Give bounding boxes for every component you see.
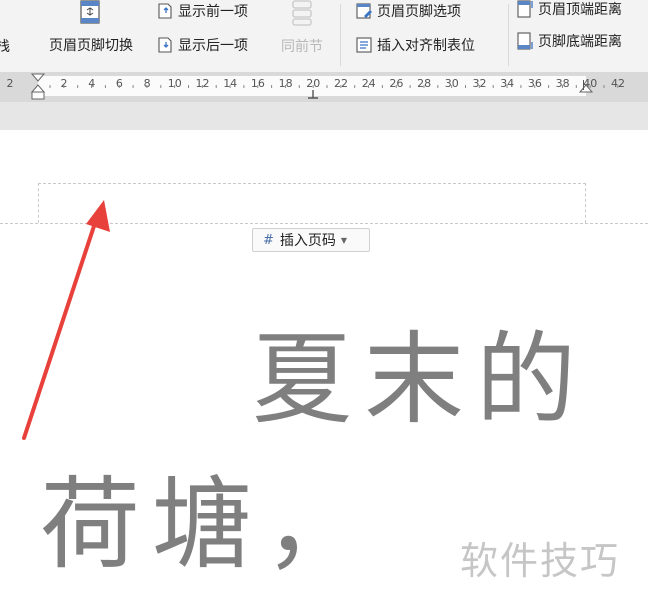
- header-area[interactable]: [38, 183, 586, 223]
- header-top-distance-label: 页眉顶端距离: [538, 2, 622, 18]
- ribbon-separator: [340, 4, 341, 66]
- header-footer-switch-label: 页眉页脚切换: [49, 38, 133, 54]
- ruler-markers: [30, 73, 619, 100]
- show-next-icon: [156, 36, 174, 54]
- show-previous-icon: [156, 2, 174, 20]
- show-previous-label: 显示前一项: [178, 4, 248, 20]
- insert-page-number-button[interactable]: # 插入页码 ▼: [252, 228, 370, 252]
- show-next-label: 显示后一项: [178, 38, 248, 54]
- insert-align-tab-label: 插入对齐制表位: [377, 38, 475, 54]
- header-top-distance-icon: [516, 0, 534, 18]
- insert-align-tab-icon: [355, 36, 373, 54]
- header-footer-options-button[interactable]: 页眉页脚选项: [355, 0, 461, 22]
- footer-bottom-distance-icon: [516, 32, 534, 50]
- page-gap: [0, 102, 648, 130]
- page-number-icon: #: [263, 232, 274, 248]
- show-next-button[interactable]: 显示后一项: [156, 34, 248, 56]
- header-footer-options-icon: [355, 2, 373, 20]
- same-as-previous-button[interactable]: 同前节: [272, 0, 332, 66]
- insert-align-tab-button[interactable]: 插入对齐制表位: [355, 34, 475, 56]
- show-previous-button[interactable]: 显示前一项: [156, 0, 248, 22]
- chevron-down-icon: ▼: [340, 235, 348, 245]
- insert-page-number-label: 插入页码: [279, 233, 336, 249]
- header-footer-switch-icon: [78, 0, 102, 24]
- watermark-text: 软件技巧: [460, 539, 621, 583]
- same-as-previous-label: 同前节: [281, 39, 323, 55]
- ribbon-separator: [508, 4, 509, 66]
- cut-off-label: 栈: [0, 39, 10, 55]
- ribbon-toolbar: 栈 页眉页脚切换 显示前一项 显示后一项 同前节 页眉页脚选项 插入对齐制表位 …: [0, 0, 648, 73]
- footer-bottom-distance-label: 页脚底端距离: [538, 34, 622, 50]
- header-boundary-line: [0, 223, 648, 224]
- body-text-line-1: 夏末的: [252, 321, 588, 438]
- header-footer-options-label: 页眉页脚选项: [377, 4, 461, 20]
- horizontal-ruler[interactable]: 2 2 4 6 8 10 12 14 16 18 20 22 24 26 28 30 32 34 36 38 40 42: [0, 72, 648, 102]
- same-as-previous-icon: [289, 0, 315, 26]
- header-top-distance-control[interactable]: 页眉顶端距离: [516, 0, 622, 20]
- footer-bottom-distance-control[interactable]: 页脚底端距离: [516, 30, 622, 52]
- header-footer-switch-button[interactable]: 页眉页脚切换: [38, 0, 144, 66]
- body-text-line-2: 荷塘，: [40, 466, 376, 583]
